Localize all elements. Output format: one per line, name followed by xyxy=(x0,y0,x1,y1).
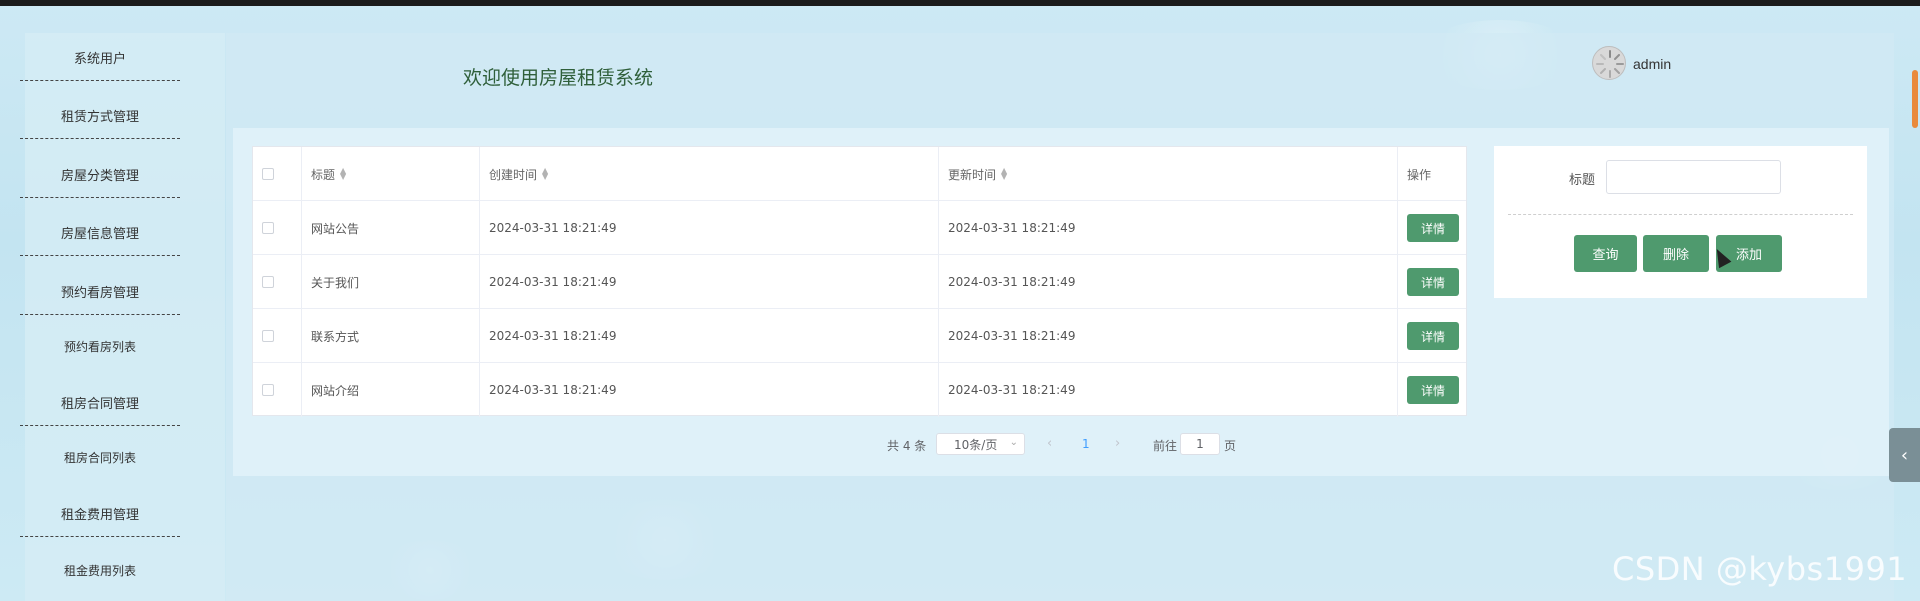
detail-button[interactable]: 详情 xyxy=(1407,268,1459,296)
sidebar-item-house-info[interactable]: 房屋信息管理 xyxy=(20,223,180,256)
row-checkbox[interactable] xyxy=(262,330,274,342)
cell-updated: 2024-03-31 18:21:49 xyxy=(939,363,1398,417)
table-row: 网站介绍 2024-03-31 18:21:49 2024-03-31 18:2… xyxy=(253,363,1466,417)
avatar[interactable] xyxy=(1592,46,1626,80)
search-title-label: 标题 xyxy=(1569,173,1596,188)
column-header-title-label: 标题 xyxy=(311,167,336,182)
next-page-icon[interactable]: › xyxy=(1115,436,1120,460)
cell-created: 2024-03-31 18:21:49 xyxy=(480,201,939,255)
goto-page-value: 1 xyxy=(1196,437,1204,451)
cell-created: 2024-03-31 18:21:49 xyxy=(480,255,939,309)
table-row: 联系方式 2024-03-31 18:21:49 2024-03-31 18:2… xyxy=(253,309,1466,363)
query-button[interactable]: 查询 xyxy=(1574,235,1637,272)
cell-title: 联系方式 xyxy=(302,309,480,363)
cell-title: 关于我们 xyxy=(302,255,480,309)
cell-updated: 2024-03-31 18:21:49 xyxy=(939,309,1398,363)
row-checkbox[interactable] xyxy=(262,276,274,288)
cell-created: 2024-03-31 18:21:49 xyxy=(480,309,939,363)
current-page[interactable]: 1 xyxy=(1082,437,1090,461)
window-top-bar xyxy=(0,0,1920,6)
sort-icon[interactable]: ▲ ▼ xyxy=(542,167,548,181)
header-checkbox-cell xyxy=(253,147,302,201)
row-checkbox-cell xyxy=(253,201,302,255)
row-checkbox-cell xyxy=(253,255,302,309)
prev-page-icon[interactable]: ‹ xyxy=(1047,436,1052,460)
detail-button[interactable]: 详情 xyxy=(1407,322,1459,350)
select-all-checkbox[interactable] xyxy=(262,168,274,180)
detail-button[interactable]: 详情 xyxy=(1407,376,1459,404)
sidebar-item-rental-method[interactable]: 租赁方式管理 xyxy=(20,106,180,139)
cell-actions: 详情 xyxy=(1398,255,1466,309)
row-checkbox[interactable] xyxy=(262,222,274,234)
page-size-value: 10条/页 xyxy=(954,437,998,452)
chevron-down-icon: ⌄ xyxy=(1009,437,1018,448)
sort-icon[interactable]: ▲ ▼ xyxy=(340,167,346,181)
page-size-select[interactable]: 10条/页 ⌄ xyxy=(936,433,1025,455)
watermark: CSDN @kybs1991 xyxy=(1612,550,1908,588)
row-checkbox[interactable] xyxy=(262,384,274,396)
row-checkbox-cell xyxy=(253,363,302,417)
delete-button[interactable]: 删除 xyxy=(1643,235,1709,272)
goto-suffix: 页 xyxy=(1224,439,1237,453)
scrollbar-thumb[interactable] xyxy=(1912,70,1918,128)
collapse-panel-tab[interactable]: ‹ xyxy=(1889,428,1920,482)
sidebar-item-rental-contract[interactable]: 租房合同管理 xyxy=(20,393,180,426)
column-header-actions-label: 操作 xyxy=(1407,167,1432,182)
table-row: 网站公告 2024-03-31 18:21:49 2024-03-31 18:2… xyxy=(253,201,1466,255)
sort-icon[interactable]: ▲ ▼ xyxy=(1001,167,1007,181)
column-header-actions: 操作 xyxy=(1398,147,1466,201)
cell-actions: 详情 xyxy=(1398,363,1466,417)
goto-page-input[interactable]: 1 xyxy=(1180,433,1220,455)
column-header-created[interactable]: 创建时间 ▲ ▼ xyxy=(480,147,939,201)
data-table: 标题 ▲ ▼ 创建时间 ▲ ▼ 更新时间 ▲ ▼ 操作 网站公告 2024-03-31… xyxy=(252,146,1467,417)
search-divider xyxy=(1508,214,1853,215)
column-header-created-label: 创建时间 xyxy=(489,167,538,182)
table-header-row: 标题 ▲ ▼ 创建时间 ▲ ▼ 更新时间 ▲ ▼ 操作 xyxy=(253,147,1466,201)
column-header-updated[interactable]: 更新时间 ▲ ▼ xyxy=(939,147,1398,201)
goto-prefix: 前往 xyxy=(1153,439,1178,453)
page-title: 欢迎使用房屋租赁系统 xyxy=(463,67,654,89)
column-header-title[interactable]: 标题 ▲ ▼ xyxy=(302,147,480,201)
cell-title: 网站公告 xyxy=(302,201,480,255)
detail-button[interactable]: 详情 xyxy=(1407,214,1459,242)
username[interactable]: admin xyxy=(1633,56,1671,72)
column-header-updated-label: 更新时间 xyxy=(948,167,997,182)
table-row: 关于我们 2024-03-31 18:21:49 2024-03-31 18:2… xyxy=(253,255,1466,309)
row-checkbox-cell xyxy=(253,309,302,363)
sidebar-item-viewing-appointment[interactable]: 预约看房管理 xyxy=(20,282,180,315)
search-title-input[interactable] xyxy=(1606,160,1781,194)
sidebar-item-rent-fee-list[interactable]: 租金费用列表 xyxy=(20,562,180,579)
sidebar-item-house-category[interactable]: 房屋分类管理 xyxy=(20,165,180,198)
chevron-left-icon: ‹ xyxy=(1900,444,1909,466)
cell-actions: 详情 xyxy=(1398,309,1466,363)
sidebar-item-system-users[interactable]: 系统用户 xyxy=(20,48,180,81)
sidebar-item-contract-list[interactable]: 租房合同列表 xyxy=(20,449,180,466)
cell-updated: 2024-03-31 18:21:49 xyxy=(939,255,1398,309)
cell-created: 2024-03-31 18:21:49 xyxy=(480,363,939,417)
cell-title: 网站介绍 xyxy=(302,363,480,417)
cell-updated: 2024-03-31 18:21:49 xyxy=(939,201,1398,255)
sidebar-item-viewing-list[interactable]: 预约看房列表 xyxy=(20,338,180,355)
sidebar-item-rent-fee[interactable]: 租金费用管理 xyxy=(20,504,180,537)
pagination-total: 共 4 条 xyxy=(887,439,927,453)
cell-actions: 详情 xyxy=(1398,201,1466,255)
